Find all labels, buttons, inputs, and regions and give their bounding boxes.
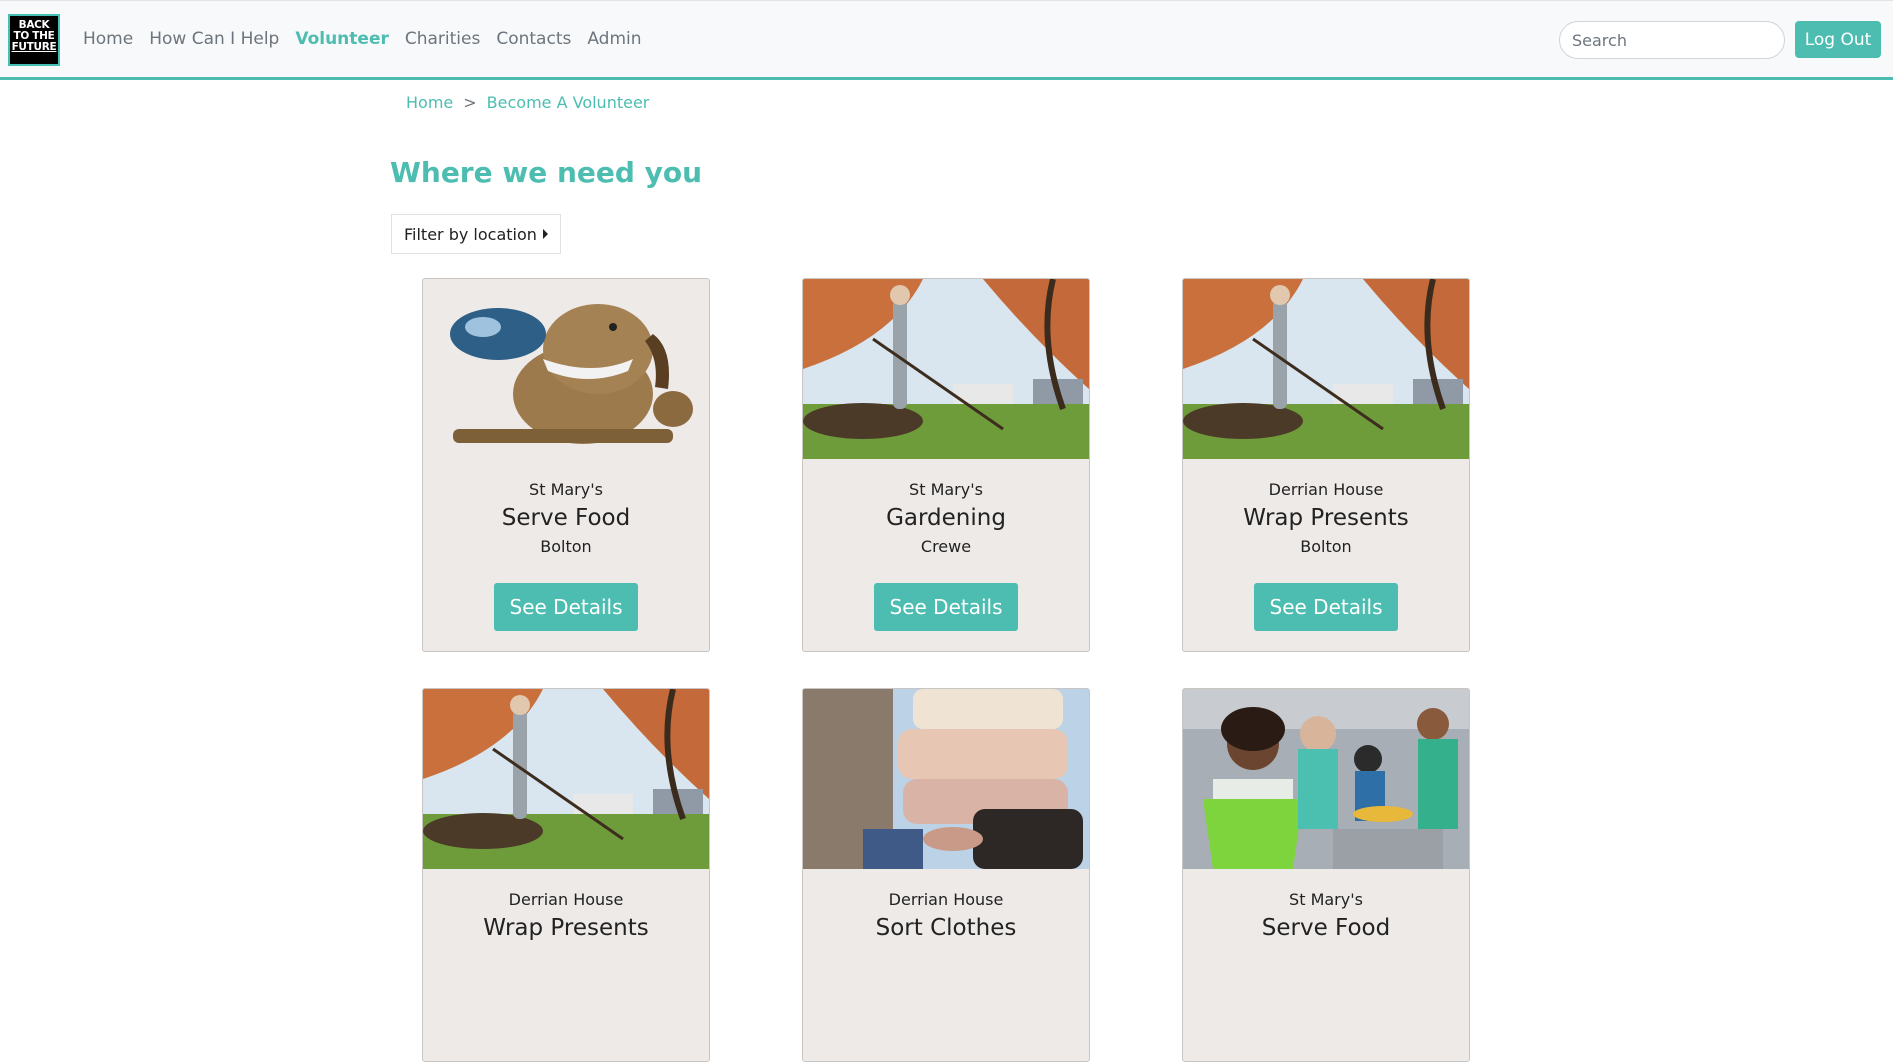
card-title: Sort Clothes (875, 915, 1017, 941)
card-location: Crewe (920, 537, 972, 556)
card-charity: Derrian House (888, 890, 1004, 909)
breadcrumb-separator: > (463, 93, 477, 112)
nav-links: Home How Can I Help Volunteer Charities … (83, 29, 642, 49)
opportunity-card: Derrian House Wrap Presents Bolton See D… (1182, 278, 1470, 652)
see-details-button[interactable]: See Details (874, 583, 1018, 631)
see-details-button[interactable]: See Details (494, 583, 638, 631)
card-location: Bolton (540, 537, 592, 556)
card-charity: St Mary's (1289, 890, 1363, 909)
filter-label: Filter by location (404, 224, 537, 244)
page-title: Where we need you (390, 156, 703, 189)
nav-how-can-i-help[interactable]: How Can I Help (149, 29, 279, 49)
card-title: Serve Food (501, 505, 631, 531)
card-charity: St Mary's (909, 480, 983, 499)
card-title: Serve Food (1261, 915, 1391, 941)
volunteers-serving-image (1183, 689, 1469, 869)
raking-leaves-image (1183, 279, 1469, 459)
nav-home[interactable]: Home (83, 29, 133, 49)
filter-by-location-button[interactable]: Filter by location (391, 214, 561, 254)
breadcrumb-current[interactable]: Become A Volunteer (487, 93, 650, 112)
card-title: Gardening (886, 505, 1006, 531)
breadcrumb: Home > Become A Volunteer (406, 93, 649, 112)
opportunity-card: Derrian House Wrap Presents (422, 688, 710, 1062)
nav-admin[interactable]: Admin (587, 29, 641, 49)
search-input[interactable] (1559, 21, 1785, 59)
card-location: Bolton (1300, 537, 1352, 556)
raking-leaves-image (803, 279, 1089, 459)
nav-volunteer[interactable]: Volunteer (295, 29, 389, 49)
see-details-button[interactable]: See Details (1254, 583, 1398, 631)
breadcrumb-home[interactable]: Home (406, 93, 453, 112)
cartoon-dog-image (423, 279, 709, 459)
nav-charities[interactable]: Charities (405, 29, 480, 49)
opportunity-card: St Mary's Serve Food Bolton See Details (422, 278, 710, 652)
card-charity: St Mary's (529, 480, 603, 499)
raking-leaves-image (423, 689, 709, 869)
logout-button[interactable]: Log Out (1795, 21, 1881, 58)
card-charity: Derrian House (508, 890, 624, 909)
nav-contacts[interactable]: Contacts (496, 29, 571, 49)
logo-line-3: FUTURE (11, 41, 57, 53)
card-charity: Derrian House (1268, 480, 1384, 499)
brand-logo[interactable]: BACK TO THE FUTURE (8, 14, 60, 66)
card-title: Wrap Presents (483, 915, 649, 941)
opportunity-card: St Mary's Serve Food (1182, 688, 1470, 1062)
folded-sweaters-image (803, 689, 1089, 869)
opportunity-card: St Mary's Gardening Crewe See Details (802, 278, 1090, 652)
top-navbar: BACK TO THE FUTURE Home How Can I Help V… (0, 0, 1893, 80)
card-title: Wrap Presents (1243, 505, 1409, 531)
opportunity-card: Derrian House Sort Clothes (802, 688, 1090, 1062)
caret-right-icon (542, 229, 548, 239)
